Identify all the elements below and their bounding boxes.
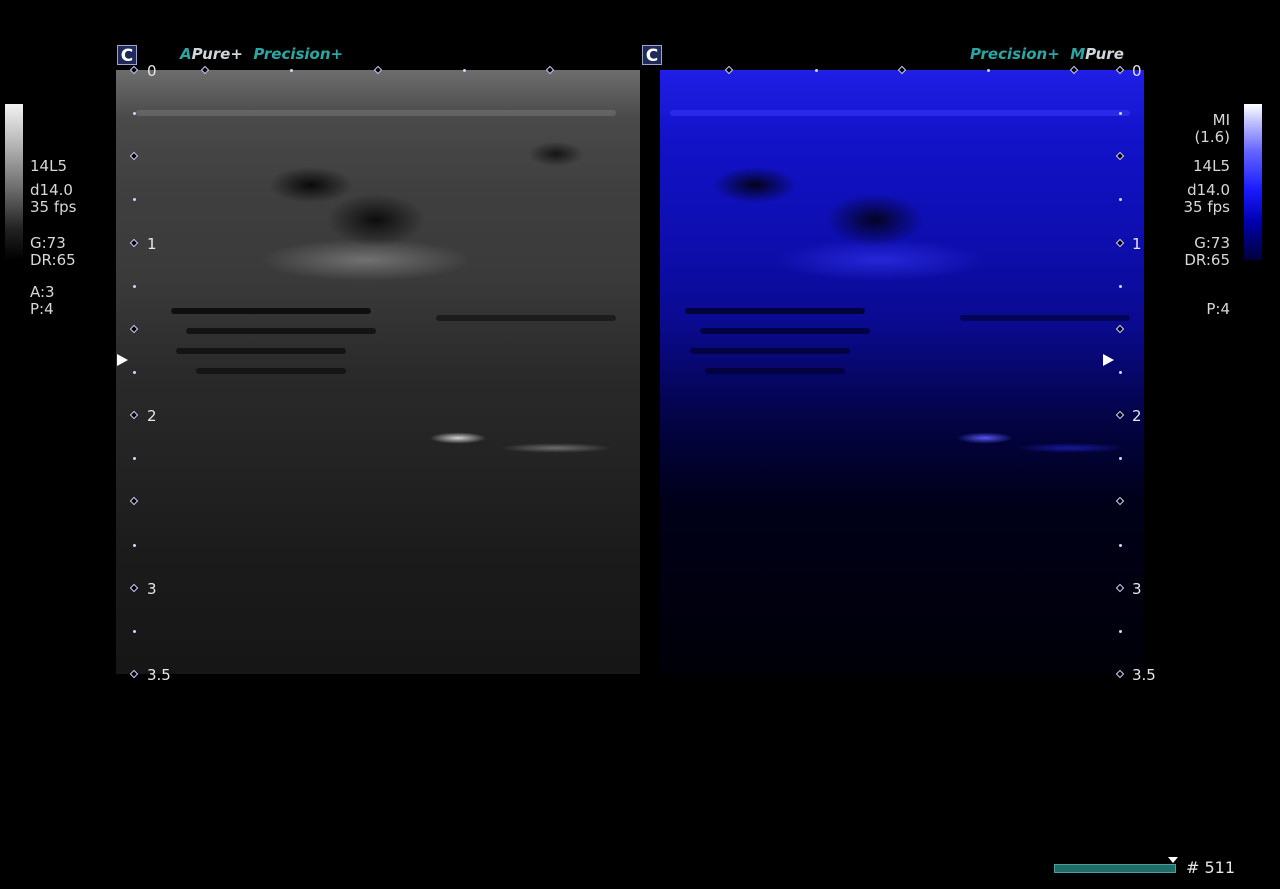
left-a: A:3	[30, 283, 55, 301]
cine-loop-bar[interactable]	[1054, 864, 1176, 873]
tick-dot	[1119, 371, 1122, 374]
left-info-block: 14L5 d14.0 35 fps G:73 DR:65 A:3 P:4	[30, 158, 76, 318]
tick-dot	[815, 69, 818, 72]
tick-dot	[1119, 112, 1122, 115]
right-mode-m: M	[1070, 45, 1086, 63]
cine-position-marker[interactable]	[1168, 857, 1178, 863]
left-mode-pure: Pure+	[191, 45, 243, 63]
right-depth-label-0: 0	[1132, 62, 1142, 80]
left-compound-badge[interactable]: C	[117, 45, 137, 66]
left-depth-label-0: 0	[147, 62, 157, 80]
left-gain: G:73	[30, 234, 66, 252]
chroma-map-bar	[1244, 104, 1262, 260]
tick-dot	[133, 198, 136, 201]
tick-dot	[133, 457, 136, 460]
tick-dot	[1119, 630, 1122, 633]
left-probe: 14L5	[30, 157, 67, 175]
tick-dot	[133, 544, 136, 547]
left-depth-label-3: 3	[147, 580, 157, 598]
left-depth-label-1: 1	[147, 235, 157, 253]
right-ultrasound-image[interactable]	[660, 70, 1144, 674]
left-depth-label-3-5: 3.5	[147, 666, 171, 684]
left-fps: 35 fps	[30, 198, 77, 216]
tick-dot	[133, 630, 136, 633]
right-fps: 35 fps	[1183, 198, 1230, 216]
left-mode-label: APure+ Precision+	[180, 45, 343, 63]
right-depth-label-1: 1	[1132, 235, 1142, 253]
tick-dot	[1119, 285, 1122, 288]
right-gain: G:73	[1194, 234, 1230, 252]
right-mode-pure: Pure	[1085, 45, 1124, 63]
triangle-right-icon[interactable]	[1103, 354, 1114, 366]
grayscale-map-bar	[5, 104, 23, 260]
triangle-right-icon[interactable]	[117, 354, 128, 366]
frame-number: # 511	[1186, 858, 1236, 877]
right-depth-label-2: 2	[1132, 407, 1142, 425]
left-depth-label-2: 2	[147, 407, 157, 425]
right-depth-label-3-5: 3.5	[1132, 666, 1156, 684]
tick-dot	[463, 69, 466, 72]
right-depth: d14.0	[1187, 181, 1230, 199]
tick-dot	[1119, 544, 1122, 547]
right-depth-label-3: 3	[1132, 580, 1142, 598]
left-dr: DR:65	[30, 251, 76, 269]
right-dr: DR:65	[1184, 251, 1230, 269]
left-mode-a: A	[180, 45, 192, 63]
right-mi: MI	[1212, 111, 1230, 129]
right-compound-badge[interactable]: C	[642, 45, 662, 66]
right-info-block: MI (1.6) 14L5 d14.0 35 fps G:73 DR:65 P:…	[1160, 112, 1230, 318]
right-probe: 14L5	[1193, 157, 1230, 175]
tick-dot	[1119, 457, 1122, 460]
left-p: P:4	[30, 300, 54, 318]
left-depth: d14.0	[30, 181, 73, 199]
tick-dot	[133, 371, 136, 374]
tick-dot	[133, 112, 136, 115]
tick-dot	[987, 69, 990, 72]
right-mi-value: (1.6)	[1194, 128, 1230, 146]
right-mode-precision: Precision+	[970, 45, 1060, 63]
right-mode-label: Precision+ MPure	[970, 45, 1124, 63]
tick-dot	[133, 285, 136, 288]
left-ultrasound-image[interactable]	[116, 70, 640, 674]
left-mode-precision: Precision+	[253, 45, 344, 63]
right-p: P:4	[1206, 300, 1230, 318]
tick-dot	[290, 69, 293, 72]
tick-dot	[1119, 198, 1122, 201]
